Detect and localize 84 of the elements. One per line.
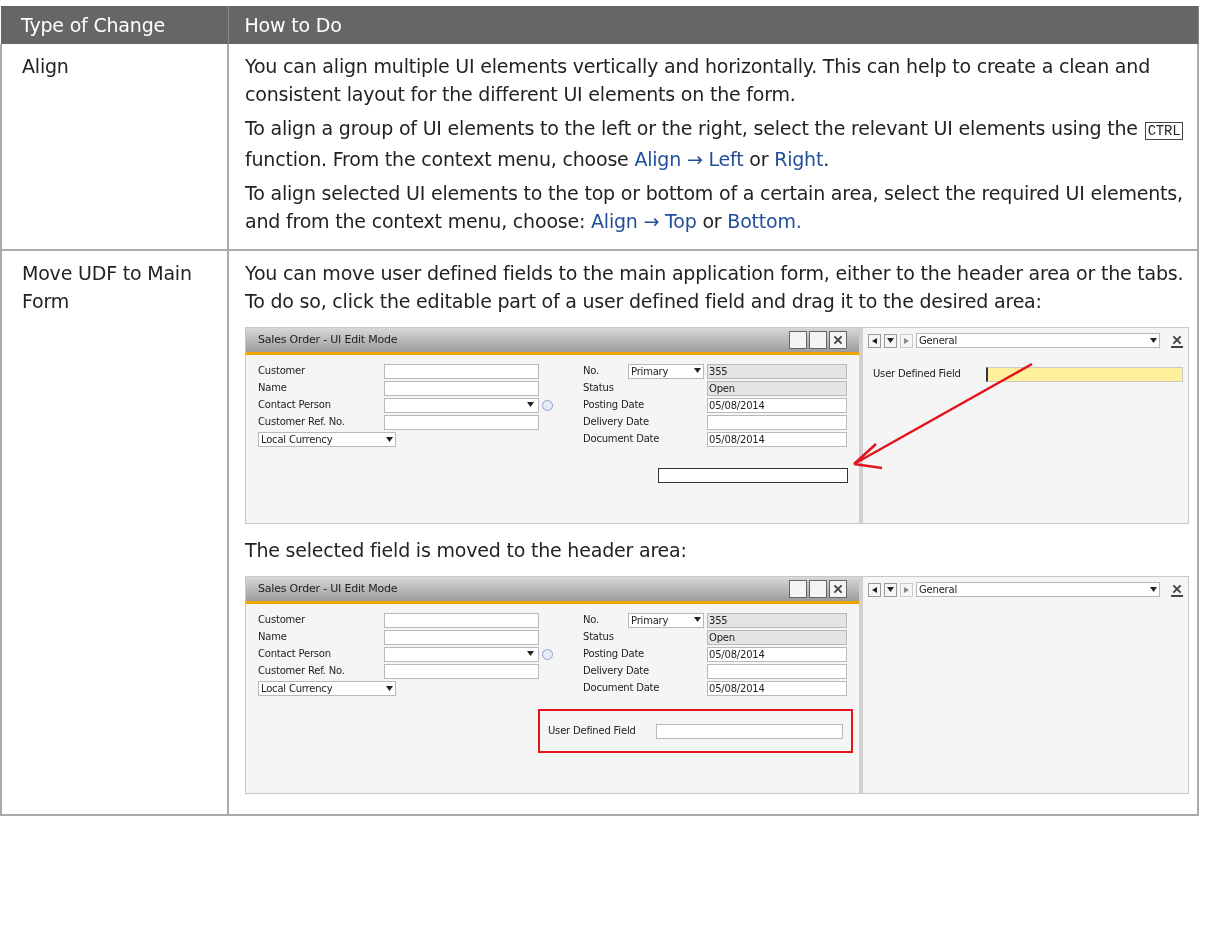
input-field[interactable]: [656, 723, 843, 739]
dropdown-field[interactable]: [384, 646, 539, 662]
currency-dropdown[interactable]: Local Currency: [258, 432, 396, 447]
dropdown-arrow-icon: [1150, 337, 1157, 344]
dropdown-arrow-icon: [386, 685, 393, 692]
input-field[interactable]: 355: [707, 363, 847, 379]
series-dropdown[interactable]: Primary: [628, 612, 704, 628]
paragraph: You can align multiple UI elements vertically and horizontally. This can help to create a clean and consistent layout for the different UI elements on the form.: [245, 54, 1151, 107]
menu-path: Right: [774, 148, 824, 170]
maximize-button[interactable]: [809, 580, 827, 598]
input-field[interactable]: [384, 663, 539, 679]
field-label: User Defined Field: [548, 724, 637, 738]
input-field[interactable]: 355: [707, 612, 847, 628]
column-header: How to Do: [228, 6, 1198, 44]
dropdown-arrow-icon: [386, 436, 393, 443]
input-field[interactable]: [384, 363, 539, 379]
column-header: Type of Change: [1, 6, 228, 44]
field-label: Customer Ref. No.: [258, 415, 346, 429]
input-field[interactable]: 05/08/2014: [707, 680, 847, 696]
input-field[interactable]: [707, 414, 847, 430]
right-arrow-icon: [903, 337, 910, 344]
input-field[interactable]: 05/08/2014: [707, 397, 847, 413]
left-arrow-icon: [871, 586, 878, 593]
previous-button[interactable]: [868, 582, 881, 597]
table-cell: Move UDF to Main Form: [1, 250, 228, 815]
dropdown-arrow-icon: [1150, 586, 1157, 593]
dropdown-arrow-icon: [694, 368, 701, 374]
key-label: CTRL: [1144, 122, 1184, 140]
field-label: Document Date: [583, 681, 661, 695]
field-label: Status: [583, 381, 615, 395]
field-label: Customer: [258, 364, 306, 378]
paragraph: To align a group of UI elements to the left or the right, select the relevant UI elements using the CTRL function. From the context menu, choose Align → Left or Right.: [245, 114, 1189, 173]
dropdown-arrow-icon: [527, 651, 534, 657]
menu-path: Bottom.: [727, 210, 802, 232]
field-label: Name: [258, 630, 288, 644]
menu-path: Align → Top: [591, 210, 697, 232]
paragraph: You can move user defined fields to the main application form, either to the header area or the tabs. To do so, click the editable part of a user defined field and drag it to the desired area:: [245, 261, 1185, 314]
dropdown-button[interactable]: [884, 582, 897, 597]
series-dropdown[interactable]: Primary: [628, 363, 704, 379]
paragraph: To align selected UI elements to the top or bottom of a certain area, select the required UI elements, and from the context menu, choose: Align → Top or Bottom.: [245, 181, 1184, 234]
input-field[interactable]: Open: [707, 629, 847, 645]
field-label: No.: [583, 364, 600, 378]
right-arrow-icon: [903, 586, 910, 593]
currency-dropdown[interactable]: Local Currency: [258, 681, 396, 696]
field-label: Customer Ref. No.: [258, 664, 346, 678]
window-title: Sales Order - UI Edit Mode: [258, 332, 399, 348]
field-label: Delivery Date: [583, 664, 650, 678]
minimize-button[interactable]: [789, 331, 807, 349]
tab-dropdown[interactable]: General: [916, 333, 1160, 348]
window-title: Sales Order - UI Edit Mode: [258, 581, 399, 597]
input-field[interactable]: [384, 629, 539, 645]
dropdown-arrow-icon: [887, 337, 894, 344]
menu-path: Align → Left: [634, 148, 744, 170]
dropdown-field[interactable]: [384, 397, 539, 413]
field-label: Document Date: [583, 432, 661, 446]
field-label: Status: [583, 630, 615, 644]
left-arrow-icon: [871, 337, 878, 344]
field-label: Name: [258, 381, 288, 395]
maximize-button[interactable]: [809, 331, 827, 349]
table-cell: Align: [1, 44, 228, 250]
dropdown-button[interactable]: [884, 333, 897, 348]
input-field[interactable]: Open: [707, 380, 847, 396]
field-label: Delivery Date: [583, 415, 650, 429]
dropdown-arrow-icon: [887, 586, 894, 593]
field-label: Contact Person: [258, 647, 332, 661]
input-field[interactable]: [384, 380, 539, 396]
dropdown-arrow-icon: [694, 617, 701, 623]
paragraph: The selected field is moved to the header area:: [245, 538, 688, 563]
previous-button[interactable]: [868, 333, 881, 348]
field-label: Contact Person: [258, 398, 332, 412]
field-label: Posting Date: [583, 647, 646, 661]
field-label: No.: [583, 613, 600, 627]
input-field[interactable]: [384, 612, 539, 628]
input-field[interactable]: 05/08/2014: [707, 431, 847, 447]
input-field[interactable]: 05/08/2014: [707, 646, 847, 662]
input-field[interactable]: [707, 663, 847, 679]
field-label: User Defined Field: [873, 367, 962, 381]
dropdown-arrow-icon: [527, 402, 534, 408]
minimize-button[interactable]: [789, 580, 807, 598]
field-label: Customer: [258, 613, 306, 627]
input-field[interactable]: [986, 366, 1183, 382]
input-field[interactable]: [384, 414, 539, 430]
field-label: Posting Date: [583, 398, 646, 412]
tab-dropdown[interactable]: General: [916, 582, 1160, 597]
